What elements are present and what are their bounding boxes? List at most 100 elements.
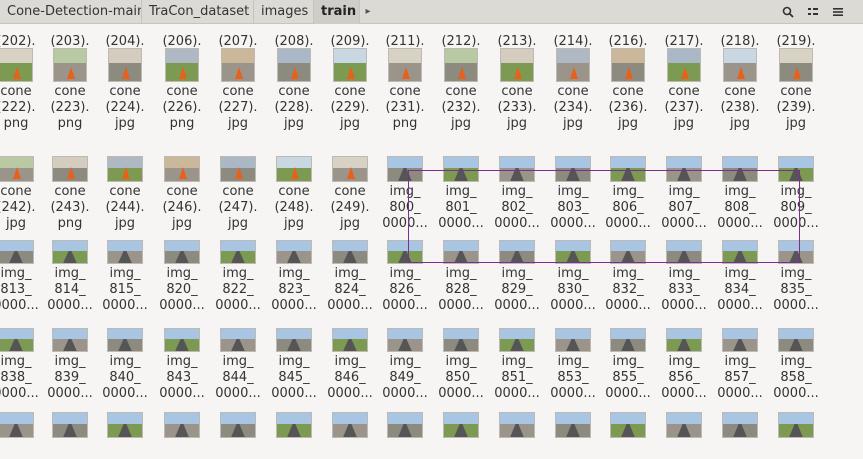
- file-name-line: img_: [445, 184, 477, 199]
- cone-thumbnail: [108, 48, 142, 82]
- file-name-line: 855_: [612, 370, 644, 385]
- cone-thumbnail: [165, 48, 199, 82]
- chevron-right-icon[interactable]: ▸: [361, 0, 375, 24]
- road-thumbnail: [499, 156, 535, 182]
- file-name-line: (247).: [218, 200, 258, 215]
- breadcrumb-tracon-dataset[interactable]: TraCon_dataset: [142, 0, 254, 24]
- file-name-line: cone: [278, 184, 310, 199]
- file-name-line: cone: [334, 184, 366, 199]
- file-name-line: img_: [109, 266, 141, 281]
- file-name-line: 849_: [389, 370, 421, 385]
- file-name-line: img_: [557, 354, 589, 369]
- cone-thumbnail: [220, 156, 256, 182]
- road-thumbnail: [556, 48, 590, 82]
- file-name-line: img_: [780, 184, 812, 199]
- road-thumbnail: [499, 412, 535, 438]
- file-name-line: 0000...: [382, 216, 428, 231]
- file-name-line: img_: [724, 266, 756, 281]
- file-name-line: img_: [389, 184, 421, 199]
- view-options-icon[interactable]: [802, 2, 824, 22]
- file-name-line: img_: [334, 354, 366, 369]
- road-thumbnail: [778, 156, 814, 182]
- file-name-line: cone: [445, 84, 477, 99]
- file-name-line: jpg: [785, 116, 807, 131]
- file-name-line: 800_: [389, 200, 421, 215]
- file-name-line: 0000...: [717, 386, 763, 401]
- road-thumbnail: [387, 412, 423, 438]
- file-name-line: 0000...: [438, 216, 484, 231]
- file-name-line: jpg: [339, 116, 361, 131]
- breadcrumb-train[interactable]: train: [314, 0, 360, 24]
- file-name-line: 828_: [445, 282, 477, 297]
- file-name-line: 0000...: [159, 298, 205, 313]
- file-name-line: png: [169, 116, 195, 131]
- file-name-line: img_: [724, 354, 756, 369]
- road-thumbnail: [779, 48, 813, 82]
- file-name-line: img_: [612, 354, 644, 369]
- road-thumbnail: [276, 240, 312, 264]
- file-name-line: img_: [222, 354, 254, 369]
- road-thumbnail: [444, 48, 478, 82]
- file-name-line: img_: [780, 354, 812, 369]
- file-name-line: cone: [222, 184, 254, 199]
- breadcrumb-cone-detection-main[interactable]: Cone-Detection-main: [0, 0, 142, 24]
- file-name-line: cone: [54, 184, 86, 199]
- breadcrumb-images[interactable]: images: [254, 0, 314, 24]
- file-name-line: cone: [557, 84, 589, 99]
- file-name-line: 801_: [445, 200, 477, 215]
- road-thumbnail: [722, 328, 758, 352]
- file-name-line: 0000...: [773, 386, 819, 401]
- road-thumbnail: [388, 48, 422, 82]
- file-name-line: (236).: [608, 100, 648, 115]
- file-name-line: img_: [109, 354, 141, 369]
- file-name-line: 824_: [334, 282, 366, 297]
- road-thumbnail: [164, 328, 200, 352]
- road-thumbnail: [164, 412, 200, 438]
- file-name-line: cone: [222, 84, 254, 99]
- road-thumbnail: [332, 240, 368, 264]
- file-name-line: 0000...: [271, 386, 317, 401]
- file-name-line: 0000...: [605, 298, 651, 313]
- file-name-line: cone: [109, 184, 141, 199]
- file-name-line: 806_: [612, 200, 644, 215]
- road-thumbnail: [220, 328, 256, 352]
- file-name-line: cone: [0, 84, 32, 99]
- road-thumbnail: [52, 328, 88, 352]
- file-name-line: 0000...: [494, 216, 540, 231]
- breadcrumb-label: Cone-Detection-main: [7, 4, 142, 19]
- search-icon[interactable]: [777, 2, 799, 22]
- road-thumbnail: [443, 156, 479, 182]
- menu-icon[interactable]: [827, 2, 849, 22]
- road-thumbnail: [499, 328, 535, 352]
- file-name-line: img_: [54, 266, 86, 281]
- file-name-line: (249).: [330, 200, 370, 215]
- cone-thumbnail: [333, 48, 367, 82]
- road-thumbnail: [722, 240, 758, 264]
- file-name-line: 0000...: [717, 216, 763, 231]
- file-name-line: jpg: [506, 116, 528, 131]
- file-name-line: img_: [780, 266, 812, 281]
- file-name-line: 0000...: [494, 298, 540, 313]
- file-name-line: jpg: [450, 116, 472, 131]
- road-thumbnail: [499, 240, 535, 264]
- file-name-line: img_: [334, 266, 366, 281]
- file-name-line: img_: [445, 266, 477, 281]
- file-grid[interactable]: (202).jpg(203).jpg(204).jpg(206).jpg(207…: [0, 24, 863, 459]
- road-thumbnail: [107, 328, 143, 352]
- file-name-line: (237).: [664, 100, 704, 115]
- file-name-line: jpg: [114, 216, 136, 231]
- file-name-line: 846_: [334, 370, 366, 385]
- file-name-line: 0000...: [327, 298, 373, 313]
- file-name-line: 856_: [668, 370, 700, 385]
- breadcrumb-label: TraCon_dataset: [149, 4, 250, 19]
- file-name-line: (224).: [105, 100, 145, 115]
- file-name-line: 813_: [0, 282, 32, 297]
- file-name-line: 858_: [780, 370, 812, 385]
- file-name-line: img_: [0, 354, 32, 369]
- file-name-line: 803_: [557, 200, 589, 215]
- file-name-line: 0000...: [382, 298, 428, 313]
- file-name-line: (228).: [274, 100, 314, 115]
- file-name-line: cone: [166, 184, 198, 199]
- file-name-line: img_: [501, 184, 533, 199]
- breadcrumb-label: train: [321, 4, 357, 19]
